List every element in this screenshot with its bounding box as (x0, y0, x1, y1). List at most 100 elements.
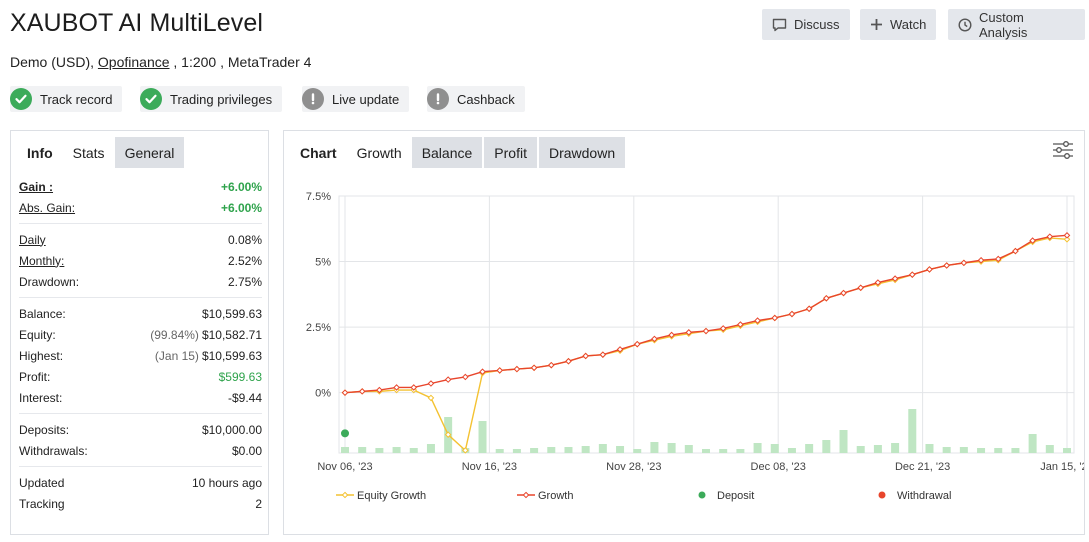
growth-point (857, 284, 865, 292)
x-tick-label: Nov 28, '23 (606, 461, 661, 473)
activity-bar (736, 449, 745, 453)
activity-bar (770, 444, 779, 453)
tab-chart[interactable]: Chart (290, 137, 347, 168)
badge-label: Cashback (457, 91, 515, 107)
activity-bar (873, 445, 882, 453)
badge-label: Trading privileges (170, 91, 273, 107)
stat-interest: Interest: -$9.44 (19, 387, 262, 408)
stats-panel: Info Stats General Gain : +6.00% Abs. Ga… (10, 130, 269, 535)
activity-bar (409, 448, 418, 453)
exclamation-icon (427, 88, 449, 110)
stat-label: Updated (19, 475, 65, 490)
account-info: Demo (USD), Opofinance , 1:200 , MetaTra… (10, 54, 311, 70)
growth-point (496, 367, 504, 374)
stat-label: Deposits: (19, 422, 70, 437)
stat-highest: Highest: (Jan 15) $10,599.63 (19, 345, 262, 366)
badge-label: Live update (332, 91, 400, 107)
stat-value: +6.00% (220, 200, 262, 215)
activity-bar (667, 443, 676, 453)
growth-point (633, 340, 641, 348)
badge-live-update[interactable]: Live update (302, 86, 410, 112)
badge-label: Track record (40, 91, 113, 107)
stat-value: $10,000.00 (201, 422, 262, 437)
tab-info[interactable]: Info (17, 137, 63, 168)
stat-label[interactable]: Monthly: (19, 254, 64, 268)
y-tick-label: 2.5% (306, 322, 331, 334)
tab-profit[interactable]: Profit (484, 137, 537, 168)
stat-label: Tracking (19, 496, 65, 511)
growth-point (908, 271, 916, 278)
x-tick-label: Nov 16, '23 (462, 461, 517, 473)
legend-withdrawal-swatch (878, 491, 886, 499)
watch-button[interactable]: Watch (860, 9, 936, 40)
growth-point (582, 352, 589, 360)
discuss-label: Discuss (794, 17, 840, 32)
stat-monthly: Monthly: 2.52% (19, 250, 262, 271)
growth-chart[interactable]: 0% 2.5% 5% 7.5% Nov 06, '23 Nov 16, '23 Nov 28… (284, 175, 1084, 535)
stat-value: 2.52% (227, 253, 262, 268)
badge-cashback[interactable]: Cashback (427, 86, 525, 112)
custom-analysis-label: Custom Analysis (979, 9, 1028, 40)
tab-stats[interactable]: Stats (62, 137, 115, 168)
tab-general[interactable]: General (114, 137, 185, 168)
stat-value: $599.63 (218, 369, 262, 384)
activity-bar (581, 446, 590, 453)
plus-icon (870, 18, 883, 31)
stat-value: (Jan 15) $10,599.63 (155, 349, 262, 363)
stat-label: Profit: (19, 369, 51, 384)
activity-bar (856, 446, 865, 453)
stat-amount: $10,582.71 (201, 327, 262, 342)
growth-point (1063, 232, 1071, 239)
badge-track-record[interactable]: Track record (10, 86, 123, 112)
sliders-icon (1052, 141, 1074, 164)
activity-bar (1028, 434, 1037, 453)
stat-label[interactable]: Daily (19, 233, 46, 247)
growth-point (513, 365, 521, 373)
stat-value: 0.08% (227, 232, 262, 247)
stat-value: (99.84%) $10,582.71 (150, 328, 262, 342)
activity-bar (547, 447, 556, 453)
account-type: Demo (USD), (10, 54, 95, 70)
stat-value: 2 (255, 496, 262, 511)
activity-bar (719, 449, 728, 453)
tab-drawdown[interactable]: Drawdown (538, 137, 626, 168)
stat-prefix: (Jan 15) (154, 348, 199, 363)
divider (19, 413, 262, 414)
activity-bar (564, 447, 573, 453)
tab-growth[interactable]: Growth (346, 137, 412, 168)
stat-label: Highest: (19, 348, 64, 363)
growth-point (702, 327, 710, 335)
activity-bar (805, 444, 814, 453)
y-tick-label: 7.5% (306, 191, 331, 203)
discuss-button[interactable]: Discuss (762, 9, 850, 40)
stat-tracking: Tracking 2 (19, 493, 262, 514)
activity-bar (392, 447, 401, 453)
activity-bar (616, 446, 625, 453)
stat-value: 2.75% (227, 274, 262, 289)
y-tick-label: 5% (315, 257, 331, 269)
stat-label[interactable]: Gain : (19, 180, 53, 194)
page-title: XAUBOT AI MultiLevel (10, 9, 264, 37)
growth-point (427, 380, 435, 387)
activity-bar (1045, 445, 1054, 453)
stats-list: Gain : +6.00% Abs. Gain: +6.00% Daily 0.… (19, 176, 262, 514)
stat-value: $10,599.63 (201, 306, 262, 321)
growth-point (599, 351, 607, 358)
growth-point (444, 376, 452, 383)
growth-line (344, 234, 1068, 394)
activity-bar (839, 430, 848, 453)
chart-settings-button[interactable] (1052, 140, 1074, 165)
activity-bar (495, 449, 504, 453)
stat-daily: Daily 0.08% (19, 229, 262, 250)
stat-label[interactable]: Abs. Gain: (19, 201, 75, 215)
stat-label: Drawdown: (19, 274, 80, 289)
tab-balance[interactable]: Balance (411, 137, 483, 168)
activity-bar (426, 444, 435, 453)
activity-bar (375, 448, 384, 453)
activity-bar (1063, 448, 1071, 453)
custom-analysis-button[interactable]: Custom Analysis (948, 9, 1085, 40)
stat-value: +6.00% (220, 179, 262, 194)
broker-link[interactable]: Opofinance (98, 54, 170, 70)
badge-trading-privileges[interactable]: Trading privileges (140, 86, 283, 112)
equity-growth-line (344, 237, 1068, 452)
